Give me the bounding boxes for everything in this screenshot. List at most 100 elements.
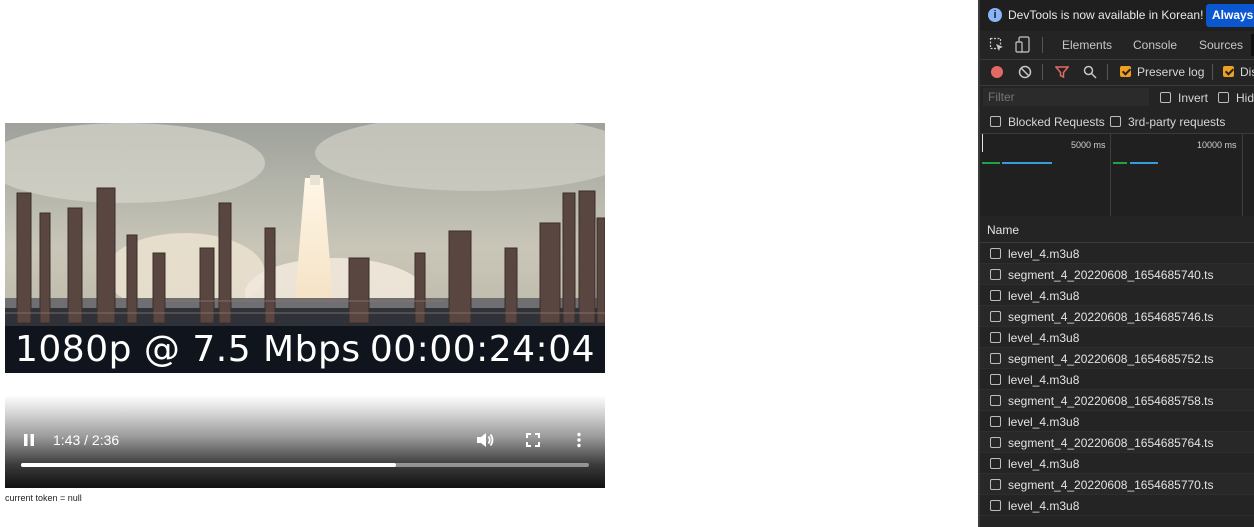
device-toolbar-icon[interactable] <box>1015 36 1031 53</box>
playback-time: 1:43 / 2:36 <box>53 432 120 448</box>
overview-tick-10000: 10000 ms <box>1197 140 1237 150</box>
disable-cache-label: Disable cache <box>1240 65 1254 79</box>
name-column-header[interactable]: Name <box>980 216 1254 243</box>
request-row-checkbox[interactable] <box>990 395 1001 406</box>
request-row[interactable]: level_4.m3u8 <box>980 495 1254 516</box>
request-row[interactable]: level_4.m3u8 <box>980 327 1254 348</box>
devtools-tabbar: Elements Console Sources <box>980 31 1254 60</box>
request-row-checkbox[interactable] <box>990 332 1001 343</box>
devtools-panel: i DevTools is now available in Korean! A… <box>978 0 1254 527</box>
disable-cache-clip: Disable cache <box>1240 65 1254 81</box>
overview-bar-waiting <box>982 162 1000 164</box>
tab-sources[interactable]: Sources <box>1199 38 1243 52</box>
request-name: level_4.m3u8 <box>1008 415 1080 429</box>
request-row-checkbox[interactable] <box>990 437 1001 448</box>
request-name: level_4.m3u8 <box>1008 247 1080 261</box>
request-row[interactable]: segment_4_20220608_1654685746.ts <box>980 306 1254 327</box>
overview-bar-waiting <box>1113 162 1127 164</box>
filter-icon[interactable] <box>1055 65 1069 79</box>
request-row[interactable]: level_4.m3u8 <box>980 453 1254 474</box>
overview-start-marker <box>982 134 983 152</box>
request-row[interactable]: level_4.m3u8 <box>980 285 1254 306</box>
resolution-bitrate-label: 1080p @ 7.5 Mbps <box>15 329 361 370</box>
request-row-checkbox[interactable] <box>990 458 1001 469</box>
request-row[interactable]: segment_4_20220608_1654685752.ts <box>980 348 1254 369</box>
request-row-checkbox[interactable] <box>990 374 1001 385</box>
network-overview[interactable]: 5000 ms 10000 ms <box>980 133 1254 217</box>
toolbar-separator <box>1042 64 1043 80</box>
filter-input[interactable] <box>983 88 1149 106</box>
request-row-checkbox[interactable] <box>990 500 1001 511</box>
request-name: segment_4_20220608_1654685770.ts <box>1008 478 1214 492</box>
request-name: segment_4_20220608_1654685746.ts <box>1008 310 1214 324</box>
tab-elements[interactable]: Elements <box>1062 38 1112 52</box>
invert-label: Invert <box>1178 91 1209 105</box>
request-row[interactable]: segment_4_20220608_1654685740.ts <box>980 264 1254 285</box>
overview-gridline <box>1242 134 1243 216</box>
request-name: segment_4_20220608_1654685752.ts <box>1008 352 1214 366</box>
always-match-language-button[interactable]: Always match Chrome's language <box>1206 4 1254 27</box>
request-row-checkbox[interactable] <box>990 311 1001 322</box>
inspect-element-icon[interactable] <box>989 37 1005 53</box>
request-name: level_4.m3u8 <box>1008 457 1080 471</box>
clear-icon[interactable] <box>1018 65 1032 79</box>
blocked-requests-checkbox[interactable] <box>990 116 1001 127</box>
request-row[interactable]: segment_4_20220608_1654685764.ts <box>980 432 1254 453</box>
video-controls: 1:43 / 2:36 <box>5 395 605 488</box>
seek-bar[interactable] <box>21 463 589 467</box>
pause-icon[interactable] <box>22 433 36 447</box>
tab-console[interactable]: Console <box>1133 38 1177 52</box>
fullscreen-icon[interactable] <box>526 433 540 447</box>
request-name: level_4.m3u8 <box>1008 289 1080 303</box>
request-row-checkbox[interactable] <box>990 416 1001 427</box>
record-icon[interactable] <box>990 65 1004 79</box>
overview-bar-download <box>1130 162 1158 164</box>
request-name: level_4.m3u8 <box>1008 331 1080 345</box>
toolbar-separator <box>1107 64 1108 80</box>
hide-data-urls-checkbox[interactable] <box>1218 92 1229 103</box>
token-status-text: current token = null <box>5 493 82 503</box>
seek-bar-played <box>21 463 396 467</box>
blocked-requests-label: Blocked Requests <box>1008 115 1105 129</box>
info-icon: i <box>988 8 1002 22</box>
more-vert-icon[interactable] <box>576 432 582 448</box>
request-row[interactable]: segment_4_20220608_1654685770.ts <box>980 474 1254 495</box>
third-party-checkbox[interactable] <box>1110 116 1121 127</box>
overview-bar-download <box>1002 162 1052 164</box>
toolbar-separator <box>1042 37 1043 53</box>
timecode-label: 00:00:24:04 <box>369 329 595 370</box>
request-name: segment_4_20220608_1654685758.ts <box>1008 394 1214 408</box>
hide-data-urls-clip: Hide data URLs <box>1236 91 1254 107</box>
video-overlay-bar: 1080p @ 7.5 Mbps 00:00:24:04 <box>5 326 605 373</box>
third-party-label: 3rd-party requests <box>1128 115 1226 129</box>
video-frame[interactable]: 1080p @ 7.5 Mbps 00:00:24:04 <box>5 123 605 373</box>
request-row[interactable]: level_4.m3u8 <box>980 369 1254 390</box>
request-row[interactable]: segment_4_20220608_1654685758.ts <box>980 390 1254 411</box>
search-icon[interactable] <box>1083 65 1097 79</box>
request-type-row: Blocked Requests 3rd-party requests <box>980 110 1254 133</box>
network-toolbar: Preserve log Disable cache <box>980 59 1254 86</box>
request-row[interactable]: level_4.m3u8 <box>980 411 1254 432</box>
request-name: segment_4_20220608_1654685764.ts <box>1008 436 1214 450</box>
request-row-checkbox[interactable] <box>990 290 1001 301</box>
request-row-checkbox[interactable] <box>990 479 1001 490</box>
request-row-checkbox[interactable] <box>990 269 1001 280</box>
request-row-checkbox[interactable] <box>990 248 1001 259</box>
name-column-label: Name <box>987 223 1020 237</box>
disable-cache-checkbox[interactable] <box>1223 66 1234 77</box>
request-name: level_4.m3u8 <box>1008 373 1080 387</box>
request-name: level_4.m3u8 <box>1008 499 1080 513</box>
volume-icon[interactable] <box>475 431 495 449</box>
request-name: segment_4_20220608_1654685740.ts <box>1008 268 1214 282</box>
preserve-log-checkbox[interactable] <box>1120 66 1131 77</box>
invert-checkbox[interactable] <box>1160 92 1171 103</box>
infobar-message: DevTools is now available in Korean! <box>1008 8 1204 22</box>
request-row[interactable]: level_4.m3u8 <box>980 243 1254 264</box>
filter-row: Invert Hide data URLs <box>980 86 1254 110</box>
preserve-log-label: Preserve log <box>1137 65 1205 79</box>
hide-data-urls-label: Hide data URLs <box>1236 91 1254 105</box>
request-row-checkbox[interactable] <box>990 353 1001 364</box>
overview-gridline <box>1110 134 1111 216</box>
language-infobar: i DevTools is now available in Korean! A… <box>980 0 1254 32</box>
overview-tick-5000: 5000 ms <box>1071 140 1106 150</box>
